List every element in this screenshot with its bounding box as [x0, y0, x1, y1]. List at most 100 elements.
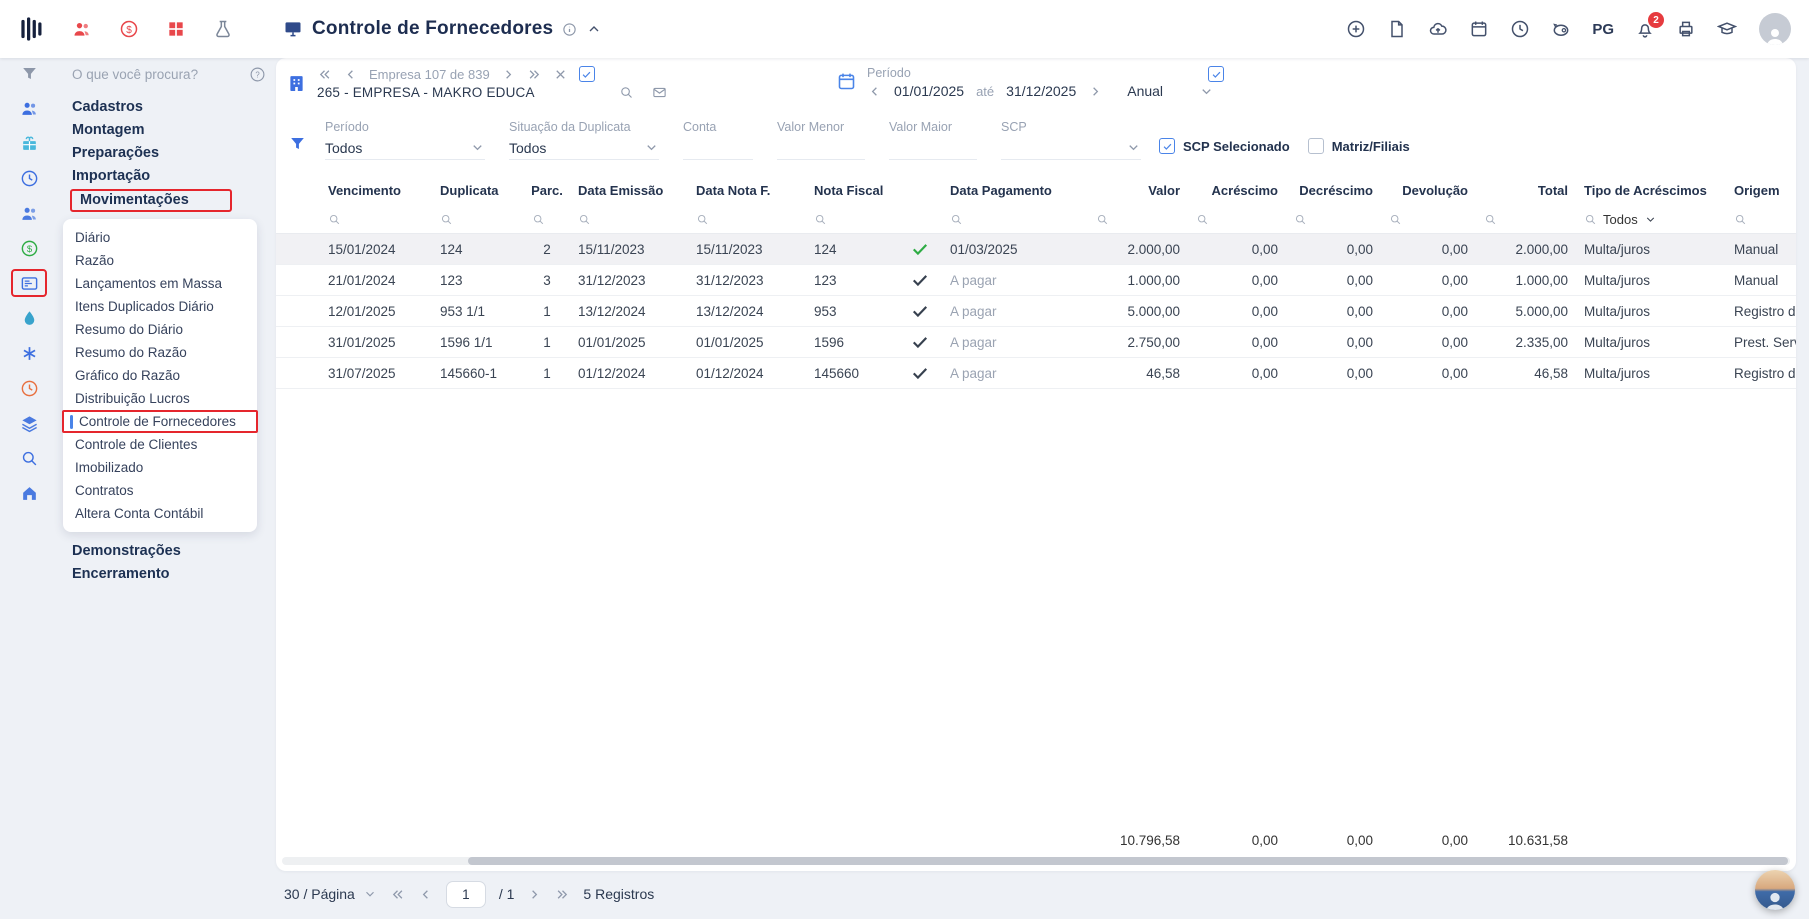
- people-icon[interactable]: [11, 97, 47, 119]
- column-filter-nota_f[interactable]: [688, 206, 806, 234]
- last-company-button[interactable]: [527, 67, 542, 82]
- submenu-item-grafico-do-razao[interactable]: Gráfico do Razão: [63, 364, 257, 387]
- table-row[interactable]: 15/01/2024124215/11/202315/11/202312401/…: [276, 234, 1796, 265]
- column-filter-acrescimo[interactable]: [1188, 206, 1286, 234]
- prev-company-button[interactable]: [343, 67, 358, 82]
- lab-flask-icon[interactable]: [213, 19, 233, 39]
- submenu-item-controle-de-fornecedores[interactable]: Controle de Fornecedores: [62, 410, 258, 433]
- matriz-filiais-checkbox[interactable]: Matriz/Filiais: [1308, 138, 1410, 154]
- sidebar-item-preparacoes[interactable]: Preparações: [72, 142, 276, 165]
- submenu-item-altera-conta-contabil[interactable]: Altera Conta Contábil: [63, 502, 257, 525]
- layers-icon[interactable]: [11, 412, 47, 434]
- sidebar-item-demonstracoes[interactable]: Demonstrações: [72, 540, 276, 563]
- column-filter-parc[interactable]: [524, 206, 570, 234]
- table-row[interactable]: 12/01/2025953 1/1113/12/202413/12/202495…: [276, 296, 1796, 327]
- column-filter-pagamento[interactable]: [942, 206, 1088, 234]
- document-icon[interactable]: [1387, 19, 1407, 39]
- next-company-button[interactable]: [501, 67, 516, 82]
- sidebar-item-encerramento[interactable]: Encerramento: [72, 563, 276, 586]
- period-next-icon[interactable]: [1088, 84, 1103, 99]
- calendar-icon[interactable]: [1469, 19, 1489, 39]
- table-row[interactable]: 21/01/2024123331/12/202331/12/2023123A p…: [276, 265, 1796, 296]
- filter-conta[interactable]: Conta: [683, 120, 753, 160]
- info-icon[interactable]: [562, 22, 577, 37]
- help-icon[interactable]: [249, 66, 266, 83]
- submenu-item-controle-de-clientes[interactable]: Controle de Clientes: [63, 433, 257, 456]
- submenu-item-razao[interactable]: Razão: [63, 249, 257, 272]
- home-icon[interactable]: [11, 482, 47, 504]
- clients-icon[interactable]: [72, 19, 92, 39]
- column-filter-decrescimo[interactable]: [1286, 206, 1381, 234]
- submenu-item-imobilizado[interactable]: Imobilizado: [63, 456, 257, 479]
- notifications-icon[interactable]: 2: [1635, 19, 1655, 39]
- period-mode-chevron-icon[interactable]: [1199, 84, 1214, 99]
- team-icon[interactable]: [11, 202, 47, 224]
- column-filter-emissao[interactable]: [570, 206, 688, 234]
- clock-icon[interactable]: [1510, 19, 1530, 39]
- collapse-chevron-icon[interactable]: [586, 21, 602, 37]
- prev-page-button[interactable]: [418, 887, 433, 902]
- next-page-button[interactable]: [527, 887, 542, 902]
- column-filter-tipo[interactable]: Todos: [1576, 206, 1726, 234]
- funnel-icon[interactable]: [11, 62, 47, 84]
- first-page-button[interactable]: [390, 887, 405, 902]
- column-filter-nota_fiscal[interactable]: [806, 206, 898, 234]
- submenu-item-contratos[interactable]: Contratos: [63, 479, 257, 502]
- dollar-icon[interactable]: [11, 237, 47, 259]
- filter-situacao-da-duplicata[interactable]: Situação da DuplicataTodos: [509, 120, 659, 160]
- page-size-select[interactable]: 30 / Página: [284, 886, 377, 902]
- filter-periodo[interactable]: PeríodoTodos: [325, 120, 485, 160]
- history-clock-icon[interactable]: [11, 377, 47, 399]
- period-checkbox[interactable]: [1208, 66, 1224, 82]
- add-icon[interactable]: [1346, 19, 1366, 39]
- column-filter-duplicata[interactable]: [432, 206, 524, 234]
- submenu-item-diario[interactable]: Diário: [63, 226, 257, 249]
- first-company-button[interactable]: [317, 67, 332, 82]
- app-logo-icon[interactable]: [18, 14, 48, 44]
- supplier-control-icon[interactable]: [11, 269, 47, 297]
- asterisk-icon[interactable]: [11, 342, 47, 364]
- page-input[interactable]: [446, 881, 486, 908]
- table-row[interactable]: 31/01/20251596 1/1101/01/202501/01/20251…: [276, 327, 1796, 358]
- piggy-bank-icon[interactable]: [1551, 19, 1571, 39]
- period-prev-icon[interactable]: [867, 84, 882, 99]
- submenu-item-resumo-do-razao[interactable]: Resumo do Razão: [63, 341, 257, 364]
- sidebar-item-cadastros[interactable]: Cadastros: [72, 96, 276, 119]
- column-filter-total[interactable]: [1476, 206, 1576, 234]
- close-company-icon[interactable]: [553, 67, 568, 82]
- modules-grid-icon[interactable]: [166, 19, 186, 39]
- submenu-item-resumo-do-diario[interactable]: Resumo do Diário: [63, 318, 257, 341]
- gift-icon[interactable]: [11, 132, 47, 154]
- column-filter-devolucao[interactable]: [1381, 206, 1476, 234]
- billing-icon[interactable]: [119, 19, 139, 39]
- column-filter-valor[interactable]: [1088, 206, 1188, 234]
- printer-icon[interactable]: [1676, 19, 1696, 39]
- submenu-item-distribuicao-lucros[interactable]: Distribuição Lucros: [63, 387, 257, 410]
- period-end-date[interactable]: 31/12/2025: [1006, 83, 1076, 99]
- filter-valor-menor[interactable]: Valor Menor: [777, 120, 865, 160]
- submenu-item-lancamentos-em-massa[interactable]: Lançamentos em Massa: [63, 272, 257, 295]
- period-mode-select[interactable]: Anual: [1127, 83, 1163, 99]
- search-icon[interactable]: [11, 447, 47, 469]
- upload-icon[interactable]: [1428, 19, 1448, 39]
- education-icon[interactable]: [1717, 19, 1737, 39]
- company-checkbox[interactable]: [579, 66, 595, 82]
- clock-icon[interactable]: [11, 167, 47, 189]
- submenu-item-itens-duplicados-diario[interactable]: Itens Duplicados Diário: [63, 295, 257, 318]
- drop-icon[interactable]: [11, 307, 47, 329]
- sidebar-item-montagem[interactable]: Montagem: [72, 119, 276, 142]
- horizontal-scrollbar[interactable]: [282, 857, 1790, 865]
- period-start-date[interactable]: 01/01/2025: [894, 83, 964, 99]
- scp-selected-checkbox[interactable]: SCP Selecionado: [1159, 138, 1290, 154]
- column-filter-vencimento[interactable]: [320, 206, 432, 234]
- sidebar-item-importacao[interactable]: Importação: [72, 165, 276, 188]
- filter-scp[interactable]: SCP: [1001, 120, 1141, 160]
- support-chat-avatar[interactable]: [1755, 870, 1795, 910]
- filter-valor-maior[interactable]: Valor Maior: [889, 120, 977, 160]
- scrollbar-thumb[interactable]: [468, 857, 1788, 865]
- table-row[interactable]: 31/07/2025145660-1101/12/202401/12/20241…: [276, 358, 1796, 389]
- last-page-button[interactable]: [555, 887, 570, 902]
- pg-button[interactable]: PG: [1592, 21, 1614, 38]
- company-search-icon[interactable]: [619, 85, 634, 100]
- search-input[interactable]: [72, 67, 241, 82]
